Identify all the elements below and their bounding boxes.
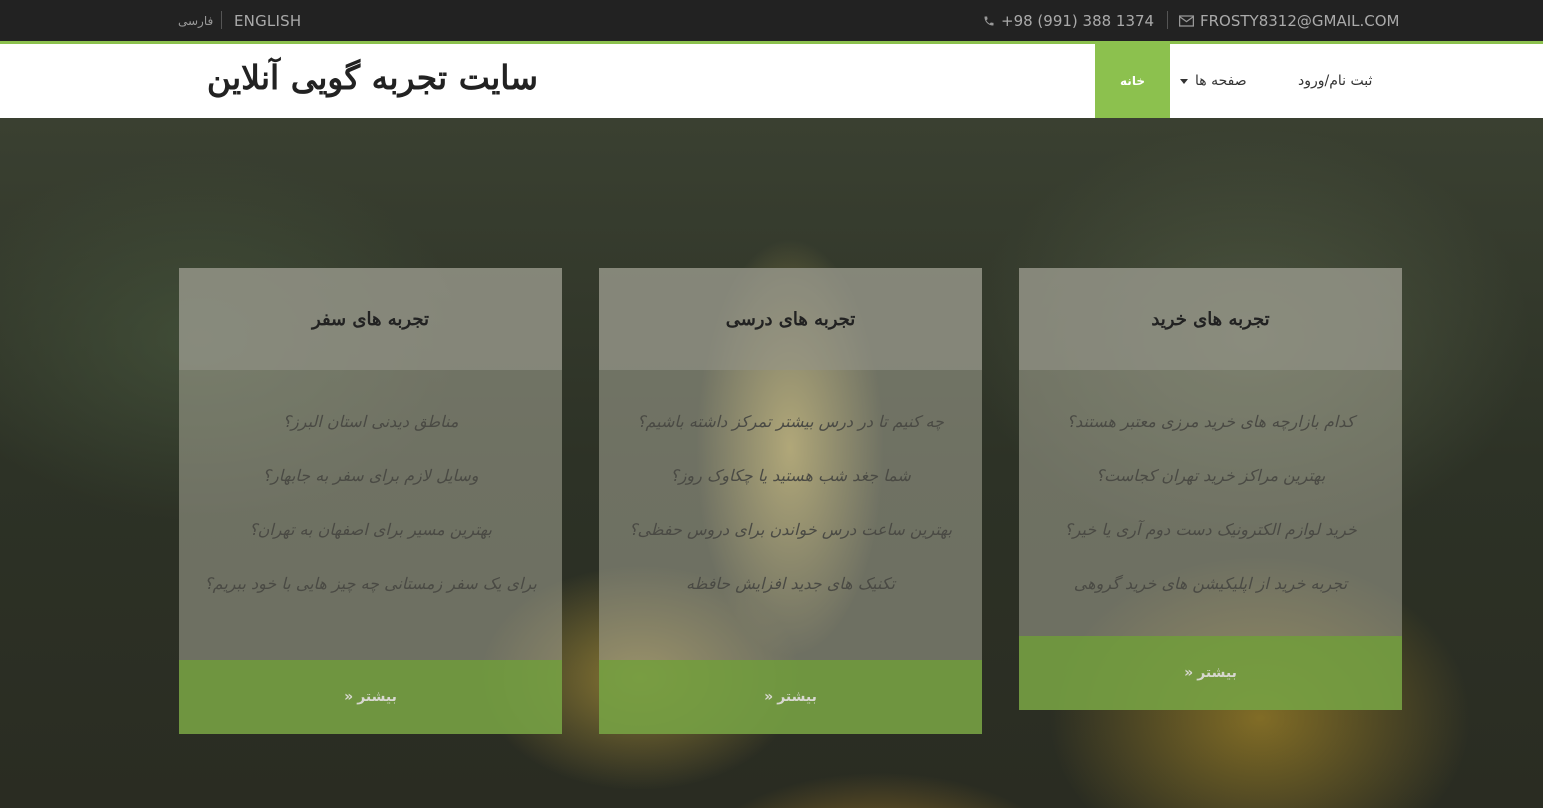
site-title[interactable]: سایت تجربه گویی آنلاین — [207, 58, 538, 97]
email-text: FROSTY8312@GMAIL.COM — [1200, 11, 1400, 30]
list-item[interactable]: خرید لوازم الکترونیک دست دوم آری یا خیر؟ — [1039, 518, 1382, 542]
site-header: سایت تجربه گویی آنلاین خانه صفحه ها ثبت … — [0, 44, 1543, 118]
more-button[interactable]: بیشتر « — [179, 660, 562, 734]
nav-pages-dropdown[interactable]: صفحه ها — [1180, 44, 1247, 118]
list-item[interactable]: بهترین ساعت درس خواندن برای دروس حفظی؟ — [619, 518, 962, 542]
card-header: تجربه های سفر — [179, 268, 562, 370]
more-button[interactable]: بیشتر « — [1019, 636, 1402, 710]
card-title: تجربه های درسی — [725, 308, 856, 330]
more-label: بیشتر — [777, 689, 817, 705]
list-item[interactable]: کدام بازارچه های خرید مرزی معتبر هستند؟ — [1039, 410, 1382, 434]
contact-email[interactable]: FROSTY8312@GMAIL.COM — [1179, 0, 1399, 41]
card-travel: تجربه های سفر مناطق دیدنی استان البرز؟ و… — [179, 268, 562, 734]
nav-pages-label: صفحه ها — [1195, 73, 1247, 89]
card-title: تجربه های سفر — [312, 308, 429, 330]
card-list: چه کنیم تا در درس بیشتر تمرکز داشته باشی… — [599, 370, 982, 596]
list-item[interactable]: بهترین مراکز خرید تهران کجاست؟ — [1039, 464, 1382, 488]
card-shopping: تجربه های خرید کدام بازارچه های خرید مرز… — [1019, 268, 1402, 710]
chevron-down-icon — [1180, 78, 1188, 84]
phone-icon — [984, 16, 994, 25]
lang-farsi-link[interactable]: فارسی — [178, 0, 213, 41]
phone-text: +98 (991) 388 1374 — [1001, 11, 1155, 30]
envelope-icon — [1179, 14, 1194, 27]
more-label: بیشتر — [1197, 665, 1237, 681]
contact-divider — [1167, 11, 1168, 29]
card-title: تجربه های خرید — [1151, 308, 1270, 330]
list-item[interactable]: برای یک سفر زمستانی چه چیز هایی با خود ب… — [199, 572, 542, 596]
list-item[interactable]: تجربه خرید از اپلیکیشن های خرید گروهی — [1039, 572, 1382, 596]
double-arrow-left-icon: « — [344, 689, 354, 705]
contact-phone[interactable]: +98 (991) 388 1374 — [983, 0, 1154, 41]
list-item[interactable]: چه کنیم تا در درس بیشتر تمرکز داشته باشی… — [619, 410, 962, 434]
list-item[interactable]: وسایل لازم برای سفر به جابهار؟ — [199, 464, 542, 488]
lang-english-link[interactable]: ENGLISH — [234, 0, 301, 41]
lang-divider — [221, 11, 222, 29]
more-label: بیشتر — [357, 689, 397, 705]
list-item[interactable]: بهترین مسیر برای اصفهان به تهران؟ — [199, 518, 542, 542]
nav-home[interactable]: خانه — [1095, 44, 1170, 118]
list-item[interactable]: تکنیک های جدید افزایش حافظه — [619, 572, 962, 596]
double-arrow-left-icon: « — [764, 689, 774, 705]
more-button[interactable]: بیشتر « — [599, 660, 982, 734]
list-item[interactable]: شما جغد شب هستید یا چکاوک روز؟ — [619, 464, 962, 488]
card-list: مناطق دیدنی استان البرز؟ وسایل لازم برای… — [179, 370, 562, 596]
card-header: تجربه های خرید — [1019, 268, 1402, 370]
double-arrow-left-icon: « — [1184, 665, 1194, 681]
card-list: کدام بازارچه های خرید مرزی معتبر هستند؟ … — [1019, 370, 1402, 596]
top-bar: فارسی ENGLISH +98 (991) 388 1374 FROSTY8… — [0, 0, 1543, 41]
card-header: تجربه های درسی — [599, 268, 982, 370]
list-item[interactable]: مناطق دیدنی استان البرز؟ — [199, 410, 542, 434]
card-study: تجربه های درسی چه کنیم تا در درس بیشتر ت… — [599, 268, 982, 734]
nav-login[interactable]: ثبت نام/ورود — [1298, 44, 1372, 118]
